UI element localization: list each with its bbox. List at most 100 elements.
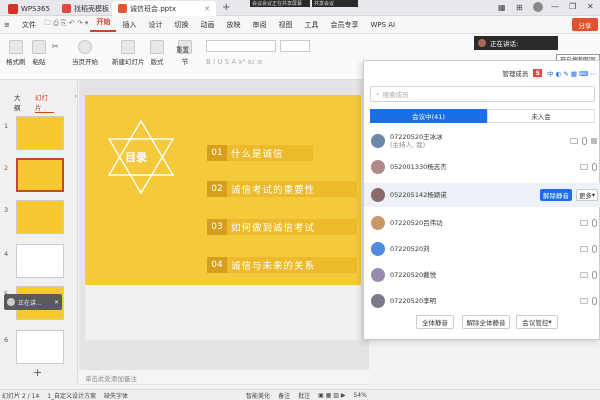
collapse-panel-icon[interactable]: ‹ [74,92,77,113]
quick-access-icons[interactable]: 🗀 ⎙ ⎘ ↶ ↷ ▾ [42,19,91,30]
camera-icon[interactable] [580,298,588,304]
unmute-button[interactable]: 解除静音 [540,189,572,201]
share-button[interactable]: 分享 [572,18,598,31]
new-slide-icon [121,40,136,54]
avatar[interactable] [533,2,543,12]
member-row[interactable]: 052001330杨志杰 [364,155,600,179]
mic-icon[interactable] [582,137,587,145]
sogou-icon[interactable]: S [533,69,543,77]
mic-icon[interactable] [592,245,597,253]
speaking-float[interactable]: 正在讲... ✕ [4,294,62,310]
avatar [371,294,385,308]
meeting-toolbar: 管理成员 S 中 ◐ ✎ ▦ ⌨ ⋯ [364,67,600,79]
font-style-buttons[interactable]: B I U S A x² x₂ ≡ [206,58,346,68]
theme-name[interactable]: 1_自定义设计方案 [47,391,96,400]
mic-icon[interactable] [592,297,597,305]
reset-button[interactable]: 重置 [176,44,189,54]
toc-item[interactable]: 04 诚信与未来的关系 [207,257,357,273]
new-slide-button[interactable]: 新建幻灯片 [112,40,145,66]
apps-icon[interactable]: ⊞ [516,3,523,12]
unmute-all-button[interactable]: 解除全体静音 [462,315,510,329]
menu-file[interactable]: 文件 [16,20,42,30]
toc-item[interactable]: 01 什么是诚信 [207,145,313,161]
tab-slides[interactable]: 幻灯片 [34,92,55,113]
toc-item[interactable]: 02 诚信考试的重要性 [207,181,357,197]
member-row[interactable]: 07220520刘 [364,237,600,261]
missing-font[interactable]: 缺失字体 [104,391,128,400]
minimize-icon[interactable]: — [551,2,559,11]
menu-view[interactable]: 视图 [272,20,298,30]
mute-all-button[interactable]: 全体静音 [416,315,454,329]
slide-thumbnail[interactable] [16,158,64,192]
tab-outline[interactable]: 大纲 [14,92,27,113]
current-slide[interactable]: 目录 01 什么是诚信 02 诚信考试的重要性 03 如何做到诚信考试 04 诚… [85,95,361,285]
new-tab-plus-icon[interactable]: + [222,2,230,13]
font-size-select[interactable] [280,40,310,52]
camera-icon[interactable] [570,138,578,144]
slide-thumbnail[interactable] [16,330,64,364]
tab-not-joined[interactable]: 未入会 [487,109,595,123]
member-row[interactable]: 07220520王冰冰 (主持人, 我) [364,129,600,153]
add-slide-icon[interactable]: + [33,366,42,379]
menu-member[interactable]: 会员专享 [324,20,364,30]
tab-document[interactable]: 诚信班会.pptx ✕ [112,1,216,16]
slide-thumbnail[interactable] [16,200,64,234]
menu-transition[interactable]: 切换 [168,20,194,30]
menu-home[interactable]: 开始 [90,17,117,32]
play-icon [78,40,92,54]
member-row[interactable]: 07220520吕伟功 [364,211,600,235]
tab-in-meeting[interactable]: 会议中(41) [370,109,487,123]
toc-item[interactable]: 03 如何做到诚信考试 [207,219,357,235]
camera-icon[interactable] [580,272,588,278]
cut-icon[interactable]: ✂ [52,42,59,51]
zoom-level[interactable]: 54% [353,392,366,399]
mic-icon[interactable] [592,163,597,171]
ppt-file-icon [118,4,127,13]
slide-thumbnail[interactable] [16,244,64,278]
menu-design[interactable]: 设计 [142,20,168,30]
menu-wps-ai[interactable]: WPS AI [364,21,401,29]
more-icon[interactable] [591,138,597,144]
slide-thumbnail[interactable] [16,116,64,150]
notes-toggle[interactable]: 备注 [278,391,290,400]
member-row[interactable]: 052205142杨颖诺 解除静音 更多 ▾ [364,183,600,207]
tab-wps365[interactable]: WPS365 [2,1,56,16]
menu-slideshow[interactable]: 放映 [220,20,246,30]
mic-icon[interactable] [592,271,597,279]
format-painter-button[interactable]: 格式刷 [6,40,26,66]
close-icon[interactable]: ✕ [54,299,62,306]
camera-icon[interactable] [580,164,588,170]
avatar [371,134,385,148]
close-window-icon[interactable]: ✕ [587,2,594,11]
maximize-icon[interactable]: ❐ [569,2,576,11]
mic-icon[interactable] [592,219,597,227]
avatar [371,242,385,256]
avatar [371,216,385,230]
beautify-button[interactable]: 智能美化 [246,391,270,400]
comment-toggle[interactable]: 批注 [298,391,310,400]
font-name-select[interactable] [206,40,276,52]
hamburger-icon[interactable]: ≡ [0,21,16,29]
close-icon[interactable]: ✕ [204,5,210,13]
camera-icon[interactable] [580,246,588,252]
menu-review[interactable]: 审阅 [246,20,272,30]
camera-icon[interactable] [580,220,588,226]
shared-meeting-banner: 共享会议 [312,0,358,7]
ime-toolbar-icons[interactable]: 中 ◐ ✎ ▦ ⌨ ⋯ [547,68,597,78]
more-button[interactable]: 更多 ▾ [576,189,598,201]
member-row[interactable]: 07220520戴悦 [364,263,600,287]
notes-area[interactable]: 单击此处添加备注 [79,370,369,384]
meeting-control-button[interactable]: 会议管控 ▾ [516,315,558,329]
menu-insert[interactable]: 插入 [116,20,142,30]
view-mode-icons[interactable]: ▣ ▦ ▥ ▶ [318,392,345,399]
menu-animation[interactable]: 动画 [194,20,220,30]
search-input[interactable]: ⌕ 搜索成员 [370,86,595,102]
start-from-current-button[interactable]: 当页开始 [72,40,98,66]
layout-button[interactable]: 版式 [150,40,164,66]
tile-icon[interactable]: ▦ [498,3,506,12]
paste-icon [32,40,46,54]
manage-members-title: 管理成员 [502,70,529,78]
paste-button[interactable]: 粘贴 [32,40,46,66]
member-row[interactable]: 07220520李明 [364,289,600,313]
menu-tools[interactable]: 工具 [298,20,324,30]
